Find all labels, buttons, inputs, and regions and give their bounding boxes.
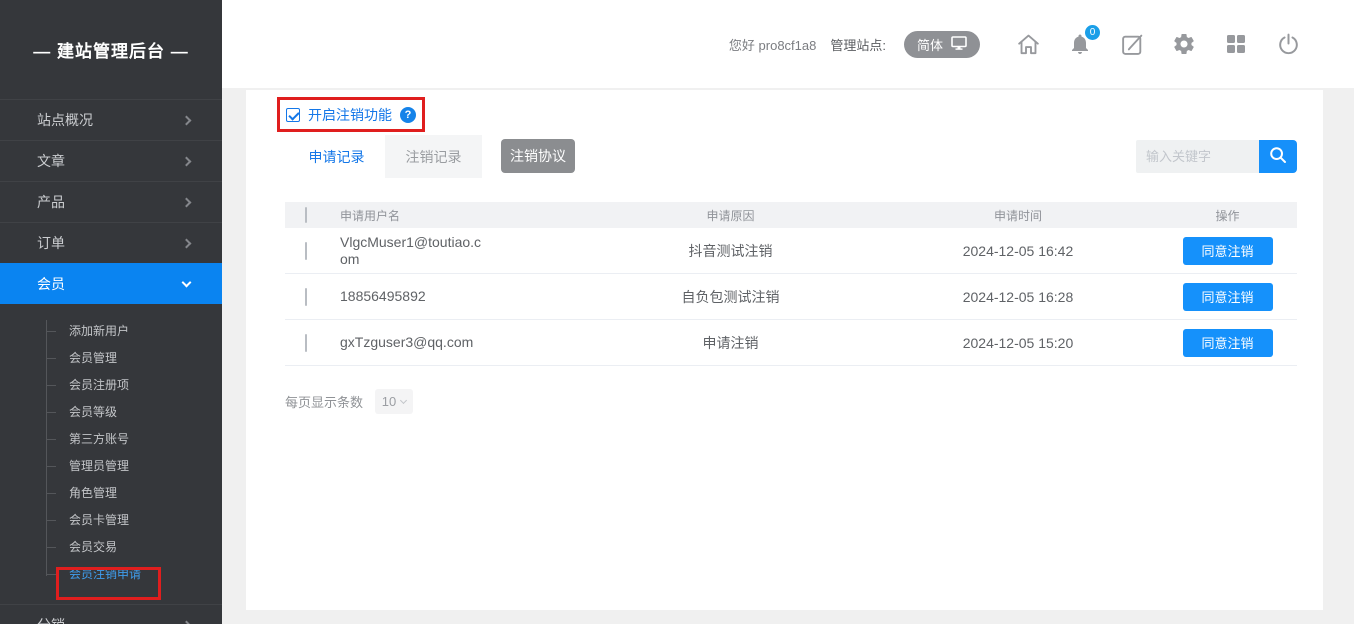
home-icon xyxy=(1016,32,1041,57)
column-header-reason: 申请原因 xyxy=(583,207,878,224)
cell-time: 2024-12-05 16:42 xyxy=(878,243,1158,259)
notification-badge: 0 xyxy=(1085,25,1100,40)
grid-icon xyxy=(1225,33,1247,55)
notifications-button[interactable]: 0 xyxy=(1067,31,1093,57)
sidebar-item-site-overview[interactable]: 站点概况 xyxy=(0,99,222,140)
power-icon xyxy=(1276,32,1301,57)
cancellation-feature-toggle[interactable]: 开启注销功能 xyxy=(286,105,416,125)
chevron-right-icon xyxy=(182,156,192,166)
gear-icon xyxy=(1172,32,1196,56)
submenu-item-role-management[interactable]: 角色管理 xyxy=(0,480,222,507)
table-row: 18856495892 自负包测试注销 2024-12-05 16:28 同意注… xyxy=(285,274,1297,320)
cell-time: 2024-12-05 16:28 xyxy=(878,289,1158,305)
sidebar-item-articles[interactable]: 文章 xyxy=(0,140,222,181)
search-button[interactable] xyxy=(1259,140,1297,173)
sidebar-item-label: 产品 xyxy=(37,192,65,212)
sidebar-item-orders[interactable]: 订单 xyxy=(0,222,222,263)
language-label: 简体 xyxy=(917,35,943,54)
per-page-label: 每页显示条数 xyxy=(285,392,363,411)
language-switch-button[interactable]: 简体 xyxy=(904,31,980,58)
sidebar-item-members[interactable]: 会员 xyxy=(0,263,222,304)
row-checkbox[interactable] xyxy=(305,334,307,352)
submenu-item-member-transactions[interactable]: 会员交易 xyxy=(0,534,222,561)
sidebar-item-label: 会员 xyxy=(37,274,65,294)
chevron-right-icon xyxy=(182,238,192,248)
search-input[interactable] xyxy=(1136,140,1259,173)
search-bar xyxy=(1136,140,1297,173)
home-button[interactable] xyxy=(1015,31,1041,57)
submenu-item-member-management[interactable]: 会员管理 xyxy=(0,345,222,372)
chevron-right-icon xyxy=(182,197,192,207)
select-all-checkbox[interactable] xyxy=(305,207,307,223)
column-header-action: 操作 xyxy=(1158,207,1297,224)
row-checkbox[interactable] xyxy=(305,242,307,260)
table-row: gxTzguser3@qq.com 申请注销 2024-12-05 15:20 … xyxy=(285,320,1297,366)
cell-reason: 自负包测试注销 xyxy=(583,287,878,307)
cell-time: 2024-12-05 15:20 xyxy=(878,335,1158,351)
submenu-item-admin-management[interactable]: 管理员管理 xyxy=(0,453,222,480)
apps-button[interactable] xyxy=(1223,31,1249,57)
table-header-row: 申请用户名 申请原因 申请时间 操作 xyxy=(285,202,1297,228)
sidebar-item-products[interactable]: 产品 xyxy=(0,181,222,222)
cancellation-feature-label: 开启注销功能 xyxy=(308,105,392,125)
logout-button[interactable] xyxy=(1275,31,1301,57)
sidebar: — 建站管理后台 — 站点概况 文章 产品 订单 会员 添加新用户 会员管理 会… xyxy=(0,0,222,624)
members-submenu: 添加新用户 会员管理 会员注册项 会员等级 第三方账号 管理员管理 角色管理 会… xyxy=(0,304,222,604)
approve-cancellation-button[interactable]: 同意注销 xyxy=(1183,283,1273,311)
settings-button[interactable] xyxy=(1171,31,1197,57)
sidebar-item-label: 站点概况 xyxy=(37,110,93,130)
table-row: VlgcMuser1@toutiao.com 抖音测试注销 2024-12-05… xyxy=(285,228,1297,274)
greeting-text: 您好 pro8cf1a8 xyxy=(729,35,816,54)
submenu-item-third-party-accounts[interactable]: 第三方账号 xyxy=(0,426,222,453)
cell-username: VlgcMuser1@toutiao.com xyxy=(340,234,485,268)
sidebar-item-label: 文章 xyxy=(37,151,65,171)
cell-reason: 申请注销 xyxy=(583,333,878,353)
per-page-select[interactable]: 10 xyxy=(375,389,413,414)
column-header-username: 申请用户名 xyxy=(333,207,583,224)
submenu-item-registration-fields[interactable]: 会员注册项 xyxy=(0,372,222,399)
cell-reason: 抖音测试注销 xyxy=(583,241,878,261)
pagination: 每页显示条数 10 xyxy=(285,389,413,414)
submenu-item-member-cancellation-requests[interactable]: 会员注销申请 xyxy=(0,561,222,588)
tab-cancellation-records[interactable]: 注销记录 xyxy=(385,135,482,178)
tab-application-records[interactable]: 申请记录 xyxy=(288,135,385,178)
search-icon xyxy=(1268,145,1288,168)
tab-bar: 申请记录 注销记录 注销协议 xyxy=(288,135,575,178)
cancellation-requests-table: 申请用户名 申请原因 申请时间 操作 VlgcMuser1@toutiao.co… xyxy=(285,202,1297,366)
chevron-down-icon xyxy=(182,277,192,287)
monitor-icon xyxy=(951,36,967,53)
approve-cancellation-button[interactable]: 同意注销 xyxy=(1183,329,1273,357)
sidebar-item-label: 分销 xyxy=(37,615,65,624)
submenu-item-add-user[interactable]: 添加新用户 xyxy=(0,318,222,345)
cancellation-agreement-button[interactable]: 注销协议 xyxy=(501,139,575,173)
content-panel: 开启注销功能 申请记录 注销记录 注销协议 申请用户名 申请原因 申请时间 操作… xyxy=(246,90,1323,610)
sidebar-item-label: 订单 xyxy=(37,233,65,253)
chevron-right-icon xyxy=(182,115,192,125)
top-bar: 您好 pro8cf1a8 管理站点: 简体 0 xyxy=(222,0,1354,88)
approve-cancellation-button[interactable]: 同意注销 xyxy=(1183,237,1273,265)
edit-icon xyxy=(1120,32,1145,57)
managed-site-label: 管理站点: xyxy=(830,35,886,54)
row-checkbox[interactable] xyxy=(305,288,307,306)
sidebar-item-distribution[interactable]: 分销 xyxy=(0,604,222,624)
app-title: — 建站管理后台 — xyxy=(0,0,222,99)
submenu-item-member-cards[interactable]: 会员卡管理 xyxy=(0,507,222,534)
submenu-item-member-levels[interactable]: 会员等级 xyxy=(0,399,222,426)
chevron-right-icon xyxy=(182,620,192,624)
per-page-value: 10 xyxy=(382,394,396,409)
cell-username: 18856495892 xyxy=(340,288,426,305)
column-header-time: 申请时间 xyxy=(878,207,1158,224)
help-icon[interactable] xyxy=(400,107,416,123)
cell-username: gxTzguser3@qq.com xyxy=(340,334,473,351)
cancellation-feature-checkbox[interactable] xyxy=(286,108,300,122)
chevron-down-icon xyxy=(400,396,407,403)
edit-site-button[interactable] xyxy=(1119,31,1145,57)
